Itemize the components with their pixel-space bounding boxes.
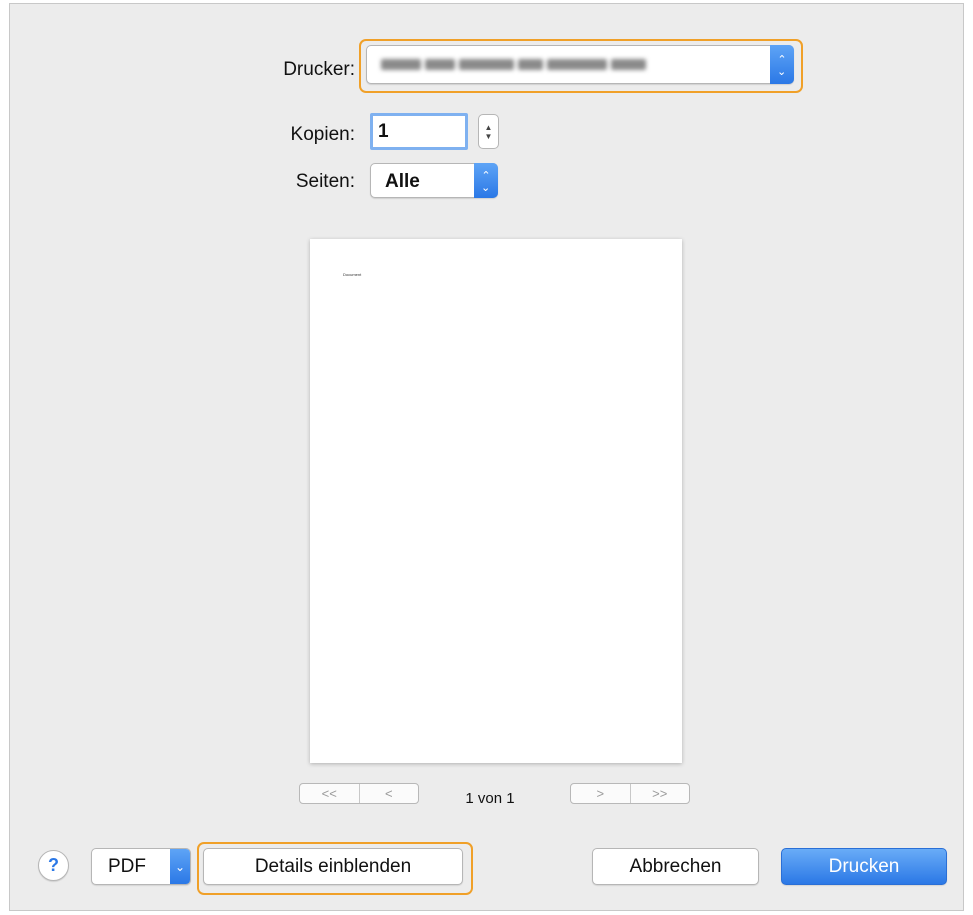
page-preview: Document [310, 239, 682, 763]
print-dialog: Drucker: ⌃ ⌃ Kopien: 1 ▲ ▼ Seiten: Alle ⌃… [9, 3, 964, 911]
pages-value: Alle [385, 171, 420, 192]
nav-back-group: << < [299, 783, 419, 804]
nav-forward-group: > >> [570, 783, 690, 804]
printer-label: Drucker: [283, 59, 355, 80]
pdf-menu-button[interactable]: PDF ⌄ [91, 848, 191, 885]
printer-select[interactable]: ⌃ ⌃ [366, 45, 794, 84]
pdf-label: PDF [108, 855, 146, 877]
printer-name-blurred [381, 56, 701, 76]
previous-page-button[interactable]: < [358, 784, 419, 803]
stepper-up-icon[interactable]: ▲ [485, 123, 493, 132]
pages-select-arrow-icon: ⌃ ⌃ [474, 163, 498, 198]
pages-select[interactable]: Alle ⌃ ⌃ [370, 163, 498, 198]
copies-input[interactable]: 1 [370, 113, 468, 150]
next-page-button[interactable]: > [571, 784, 630, 803]
cancel-button[interactable]: Abbrechen [592, 848, 759, 885]
pdf-chevron-down-icon: ⌄ [170, 849, 190, 884]
copies-stepper[interactable]: ▲ ▼ [478, 114, 499, 149]
print-button[interactable]: Drucken [781, 848, 947, 885]
help-button[interactable]: ? [38, 850, 69, 881]
page-indicator: 1 von 1 [465, 790, 515, 807]
copies-label: Kopien: [290, 124, 355, 145]
pages-label: Seiten: [295, 171, 355, 192]
printer-select-arrow-icon: ⌃ ⌃ [770, 45, 794, 84]
help-icon: ? [48, 855, 59, 875]
preview-doc-text: Document [343, 272, 362, 277]
first-page-button[interactable]: << [300, 784, 359, 803]
stepper-down-icon[interactable]: ▼ [485, 132, 493, 141]
details-button[interactable]: Details einblenden [203, 848, 463, 885]
copies-value: 1 [378, 121, 389, 142]
last-page-button[interactable]: >> [629, 784, 690, 803]
